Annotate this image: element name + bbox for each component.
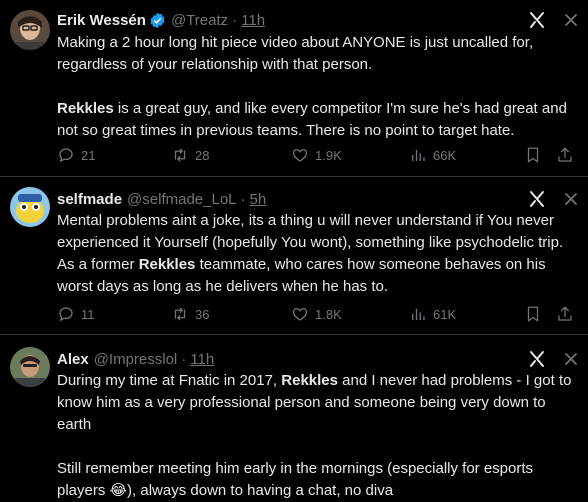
like-count: 1.8K xyxy=(315,306,342,322)
timestamp[interactable]: 5h xyxy=(250,191,267,208)
bookmark-icon xyxy=(527,306,539,322)
separator-dot: · xyxy=(240,190,246,208)
author-name[interactable]: Alex xyxy=(57,351,89,368)
more-options-icon[interactable] xyxy=(562,350,580,368)
retweet-button[interactable]: 36 xyxy=(171,305,209,323)
tweet-text: Making a 2 hour long hit piece video abo… xyxy=(57,32,576,142)
tweet-header: Alex @Impresslol · 11h xyxy=(57,349,538,369)
author-handle[interactable]: @selfmade_LoL xyxy=(127,191,236,208)
tweet-paragraph: Making a 2 hour long hit piece video abo… xyxy=(57,32,576,76)
view-count: 61K xyxy=(433,306,457,322)
tweet-2[interactable]: selfmade @selfmade_LoL · 5h Mental probl… xyxy=(0,177,588,335)
avatar[interactable] xyxy=(10,187,50,227)
views-button[interactable]: 66K xyxy=(409,146,456,164)
tweet-actions: 21 28 1.9K 66K xyxy=(55,145,576,165)
text-run: is a great guy, and like every competito… xyxy=(57,100,567,139)
verified-badge-icon xyxy=(149,12,166,29)
bookmark-icon xyxy=(527,147,539,163)
author-name[interactable]: Erik Wessén xyxy=(57,12,146,29)
retweet-count: 28 xyxy=(195,147,210,163)
author-handle[interactable]: @Impresslol xyxy=(94,351,178,368)
heart-icon xyxy=(292,149,308,162)
more-options-icon[interactable] xyxy=(562,190,580,208)
highlighted-term: Rekkles xyxy=(138,256,196,273)
avatar[interactable] xyxy=(10,347,50,387)
tweet-paragraph: During my time at Fnatic in 2017, Rekkle… xyxy=(57,370,576,436)
view-count: 66K xyxy=(433,147,457,163)
reply-icon xyxy=(59,307,73,322)
text-run: During my time at Fnatic in 2017, xyxy=(57,372,282,389)
tweet-header: Erik Wessén @Treatz · 11h xyxy=(57,10,538,30)
bookmark-button[interactable] xyxy=(524,146,542,164)
tweet-paragraph: Still remember meeting him early in the … xyxy=(57,458,576,502)
text-run: Still remember meeting him early in the … xyxy=(57,460,534,499)
highlighted-term: Rekkles xyxy=(57,100,114,117)
like-count: 1.9K xyxy=(315,147,342,163)
tweet-1[interactable]: Erik Wessén @Treatz · 11h Making a 2 hou… xyxy=(0,0,588,177)
author-handle[interactable]: @Treatz xyxy=(171,12,228,29)
grok-icon[interactable] xyxy=(528,190,546,208)
retweet-icon xyxy=(174,307,186,321)
retweet-icon xyxy=(174,148,186,162)
share-button[interactable] xyxy=(556,146,574,164)
grok-icon[interactable] xyxy=(528,350,546,368)
tweet-paragraph: Mental problems aint a joke, its a thing… xyxy=(57,210,576,298)
share-button[interactable] xyxy=(556,305,574,323)
text-run: Making a 2 hour long hit piece video abo… xyxy=(57,34,534,73)
like-button[interactable]: 1.8K xyxy=(291,305,342,323)
reply-count: 11 xyxy=(81,306,95,322)
retweet-count: 36 xyxy=(195,306,210,322)
tweet-actions: 11 36 1.8K 61K xyxy=(55,304,576,324)
reply-button[interactable]: 21 xyxy=(57,146,95,164)
tweet-paragraph: Rekkles is a great guy, and like every c… xyxy=(57,98,576,142)
tweet-text: Mental problems aint a joke, its a thing… xyxy=(57,210,576,298)
tweet-header: selfmade @selfmade_LoL · 5h xyxy=(57,189,538,209)
grok-icon[interactable] xyxy=(528,11,546,29)
views-chart-icon xyxy=(412,308,425,320)
reply-count: 21 xyxy=(81,147,96,163)
retweet-button[interactable]: 28 xyxy=(171,146,209,164)
timestamp[interactable]: 11h xyxy=(241,12,265,29)
like-button[interactable]: 1.9K xyxy=(291,146,342,164)
tweet-text: During my time at Fnatic in 2017, Rekkle… xyxy=(57,370,576,502)
heart-icon xyxy=(292,308,308,321)
bookmark-button[interactable] xyxy=(524,305,542,323)
avatar[interactable] xyxy=(10,10,50,50)
share-icon xyxy=(558,306,572,321)
more-options-icon[interactable] xyxy=(562,11,580,29)
separator-dot: · xyxy=(232,11,238,29)
views-chart-icon xyxy=(412,149,425,161)
separator-dot: · xyxy=(181,350,187,368)
timestamp[interactable]: 11h xyxy=(190,351,214,368)
share-icon xyxy=(558,147,572,162)
reply-icon xyxy=(59,148,73,163)
highlighted-term: Rekkles xyxy=(281,372,338,389)
reply-button[interactable]: 11 xyxy=(57,305,95,323)
author-name[interactable]: selfmade xyxy=(57,191,122,208)
tweet-3[interactable]: Alex @Impresslol · 11h During my time at… xyxy=(0,335,588,499)
views-button[interactable]: 61K xyxy=(409,305,456,323)
